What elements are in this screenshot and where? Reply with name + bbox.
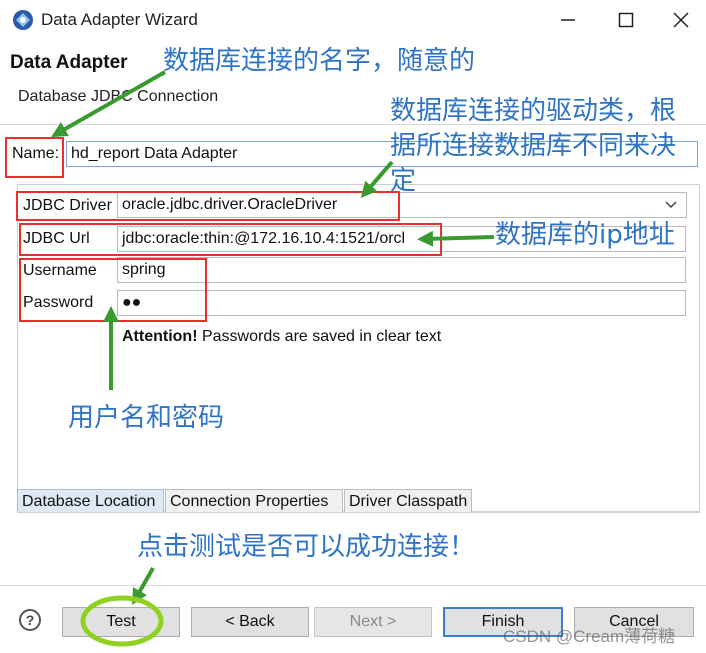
window-title: Data Adapter Wizard [41, 10, 198, 29]
eclipse-data-adapter-icon [12, 9, 34, 31]
tab-driver-classpath[interactable]: Driver Classpath [344, 489, 472, 513]
url-annotation: 数据库的ip地址 [495, 220, 675, 250]
button-bar-divider [0, 585, 706, 586]
watermark: CSDN @Cream薄荷糖 [503, 627, 676, 646]
credentials-highlight-box [19, 258, 207, 322]
back-button[interactable]: < Back [191, 607, 309, 637]
page-subtitle: Database JDBC Connection [18, 88, 219, 105]
attention-bold: Attention! [122, 328, 198, 345]
attention-message: Attention! Passwords are saved in clear … [122, 328, 441, 346]
credentials-annotation: 用户名和密码 [68, 403, 225, 433]
test-button[interactable]: Test [62, 607, 180, 637]
name-annotation: 数据库连接的名字，随意的 [163, 46, 476, 76]
page-title: Data Adapter [10, 52, 128, 73]
driver-highlight-box [16, 191, 400, 221]
name-highlight-box [5, 137, 64, 178]
tab-divider [17, 512, 700, 513]
maximize-icon[interactable] [606, 6, 646, 34]
next-button[interactable]: Next > [314, 607, 432, 637]
chevron-down-icon[interactable] [664, 198, 678, 216]
attention-text: Passwords are saved in clear text [197, 328, 442, 345]
minimize-icon[interactable] [548, 6, 588, 34]
tab-connection-properties[interactable]: Connection Properties [165, 489, 343, 513]
help-icon[interactable]: ? [19, 609, 41, 631]
driver-annotation-line3: 定 [390, 166, 417, 196]
driver-annotation-line1: 数据库连接的驱动类，根 [390, 96, 677, 126]
driver-annotation-line2: 据所连接数据库不同来决 [390, 131, 677, 161]
tab-database-location[interactable]: Database Location [17, 489, 164, 513]
test-annotation: 点击测试是否可以成功连接！ [137, 532, 476, 562]
close-icon[interactable] [661, 6, 701, 34]
test-arrow [132, 567, 155, 605]
url-highlight-box [19, 223, 442, 256]
